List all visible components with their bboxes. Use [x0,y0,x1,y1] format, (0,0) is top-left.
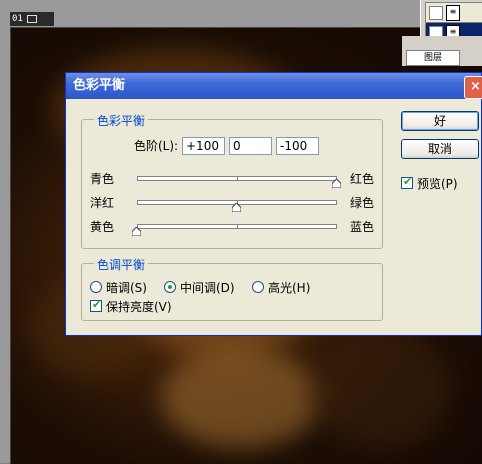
slider-cyan-red-track[interactable] [137,176,337,181]
color-balance-group-title: 色彩平衡 [94,112,149,129]
cancel-button[interactable]: 取消 [401,139,479,159]
tab-layers[interactable]: 图层 [406,50,460,66]
level-magenta-green-input[interactable]: 0 [229,137,272,155]
ok-button[interactable]: 好 [401,111,479,131]
color-balance-group: 色彩平衡 色阶(L): +100 0 -100 青色 红色 洋红 绿色 黄色 蓝… [81,112,383,249]
slider-cyan-red-thumb[interactable] [332,179,341,188]
highlights-radio[interactable] [252,281,264,293]
dialog-title: 色彩平衡 [73,78,126,93]
document-minimize-icon[interactable] [26,15,37,23]
tone-balance-group-title: 色调平衡 [94,256,149,273]
shadows-radio[interactable] [90,281,102,293]
slider-green-label: 绿色 [350,196,375,210]
slider-cyan-label: 青色 [90,172,115,186]
slider-yellow-blue-track[interactable] [137,224,337,229]
slider-magenta-green-thumb[interactable] [232,203,241,212]
color-balance-dialog: 色彩平衡 × 色彩平衡 色阶(L): +100 0 -100 青色 红色 洋红 … [65,72,482,336]
document-title: 01 [12,14,23,24]
close-icon[interactable]: × [464,76,482,99]
preserve-luminosity-label[interactable]: 保持亮度(V) [106,298,172,315]
slider-magenta-label: 洋红 [90,196,115,210]
highlights-label[interactable]: 高光(H) [268,279,310,296]
slider-red-label: 红色 [350,172,375,186]
layer-thumbnail-icon: ≡ [446,5,460,21]
preview-checkbox[interactable]: ✔ [401,175,413,189]
dialog-titlebar[interactable]: 色彩平衡 × [66,73,482,99]
preview-label[interactable]: 预览(P) [417,175,458,192]
document-titlebar[interactable]: 01 [10,12,54,26]
layer-visibility-icon[interactable] [429,6,443,20]
layers-tabs: 图层 [402,36,482,66]
midtones-label[interactable]: 中间调(D) [180,279,235,296]
slider-yellow-label: 黄色 [90,220,115,234]
levels-label: 色阶(L): [134,139,179,153]
slider-yellow-blue-thumb[interactable] [132,227,141,236]
level-cyan-red-input[interactable]: +100 [182,137,225,155]
layer-row[interactable]: ≡ [425,2,482,24]
level-yellow-blue-input[interactable]: -100 [276,137,319,155]
slider-blue-label: 蓝色 [350,220,375,234]
tone-balance-group: 色调平衡 暗调(S) 中间调(D) 高光(H) ✔ 保持亮度(V) [81,256,383,321]
preserve-luminosity-checkbox[interactable]: ✔ [90,298,102,312]
midtones-radio[interactable] [164,281,176,293]
shadows-label[interactable]: 暗调(S) [106,279,147,296]
